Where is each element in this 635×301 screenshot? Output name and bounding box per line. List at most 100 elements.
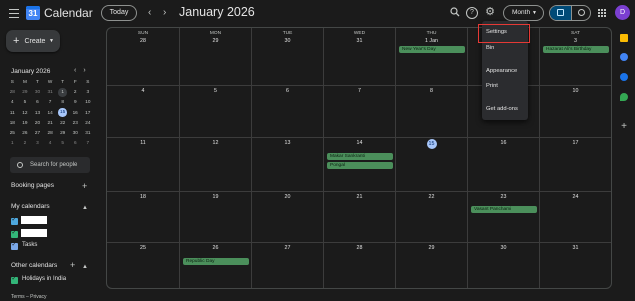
avatar[interactable]: D	[615, 5, 630, 20]
mini-day[interactable]: 28	[44, 128, 57, 138]
mini-day-today[interactable]: 15	[58, 108, 67, 117]
maps-icon[interactable]	[620, 93, 628, 101]
mini-day[interactable]: 25	[6, 128, 19, 138]
plus-icon[interactable]: +	[82, 182, 87, 191]
help-icon[interactable]: ?	[466, 7, 478, 19]
my-calendars-heading[interactable]: My calendars	[11, 203, 50, 210]
menu-item-print[interactable]: Print	[482, 80, 528, 92]
day-cell[interactable]: 19	[179, 192, 251, 242]
contacts-icon[interactable]	[620, 73, 628, 81]
day-number[interactable]: 10	[540, 88, 611, 94]
day-cell[interactable]: 29	[395, 243, 467, 288]
mini-day[interactable]: 29	[19, 87, 32, 97]
mini-day[interactable]: 13	[31, 108, 44, 118]
day-cell[interactable]: TUE 30	[251, 28, 323, 85]
event-chip[interactable]: Pongal	[327, 162, 393, 169]
add-icon[interactable]: +	[620, 122, 628, 132]
mini-day[interactable]: 26	[19, 128, 32, 138]
day-number[interactable]: 7	[324, 88, 395, 94]
day-number[interactable]: 3	[540, 38, 611, 44]
mini-day[interactable]: 31	[44, 87, 57, 97]
day-cell[interactable]: 17	[539, 138, 611, 191]
day-number[interactable]: 13	[252, 140, 323, 146]
today-button[interactable]: Today	[101, 5, 137, 21]
create-button[interactable]: + Create ▼	[6, 30, 60, 52]
mini-day[interactable]: 19	[19, 118, 32, 128]
day-number[interactable]: 29	[396, 245, 467, 251]
calendar-checkbox[interactable]	[11, 241, 18, 250]
search-icon[interactable]	[449, 7, 461, 19]
day-number[interactable]: 4	[107, 88, 179, 94]
day-number[interactable]: 8	[396, 88, 467, 94]
calendar-view-toggle[interactable]	[550, 6, 571, 20]
mini-day[interactable]: 30	[69, 128, 82, 138]
mini-day[interactable]: 22	[56, 118, 69, 128]
day-cell[interactable]: 4	[107, 86, 179, 137]
day-cell[interactable]: SUN 28	[107, 28, 179, 85]
day-cell[interactable]: 15	[395, 138, 467, 191]
day-number[interactable]: 28	[107, 38, 179, 44]
calendar-checkbox[interactable]	[11, 229, 18, 238]
day-number[interactable]: 28	[324, 245, 395, 251]
app-title[interactable]: Calendar	[44, 6, 93, 20]
event-chip[interactable]: New Year's Day	[399, 46, 465, 53]
mini-day[interactable]: 5	[56, 138, 69, 148]
mini-day[interactable]: 3	[31, 138, 44, 148]
mini-day[interactable]: 3	[81, 87, 94, 97]
day-number[interactable]: 25	[107, 245, 179, 251]
day-number[interactable]: 22	[396, 194, 467, 200]
mini-day[interactable]: 4	[44, 138, 57, 148]
mini-day-selected[interactable]: 1	[58, 88, 67, 97]
day-number[interactable]: 24	[540, 194, 611, 200]
terms-privacy-link[interactable]: Terms – Privacy	[11, 294, 47, 300]
mini-day[interactable]: 23	[69, 118, 82, 128]
mini-day[interactable]: 2	[19, 138, 32, 148]
day-number[interactable]: 11	[107, 140, 179, 146]
day-number[interactable]: 21	[324, 194, 395, 200]
day-cell[interactable]: 27	[251, 243, 323, 288]
mini-day[interactable]: 16	[69, 108, 82, 118]
day-cell[interactable]: 18	[107, 192, 179, 242]
mini-day[interactable]: 29	[56, 128, 69, 138]
day-number[interactable]: 6	[252, 88, 323, 94]
day-cell[interactable]: 30	[467, 243, 539, 288]
event-chip[interactable]: Makar Sankranti	[327, 153, 393, 160]
day-cell[interactable]: 25	[107, 243, 179, 288]
day-cell[interactable]: 22	[395, 192, 467, 242]
mini-day[interactable]: 18	[6, 118, 19, 128]
day-cell[interactable]: 6	[251, 86, 323, 137]
day-number[interactable]: 18	[107, 194, 179, 200]
day-cell[interactable]: 11	[107, 138, 179, 191]
calendar-checkbox[interactable]	[11, 216, 18, 225]
mini-day[interactable]: 31	[82, 128, 95, 138]
today-day-number[interactable]: 15	[426, 139, 437, 149]
menu-item-get-add-ons[interactable]: Get add-ons	[482, 103, 528, 115]
chevron-left-icon[interactable]: ‹	[74, 67, 83, 74]
day-number[interactable]: 14	[324, 140, 395, 146]
calendar-checkbox[interactable]	[11, 275, 18, 284]
day-cell[interactable]: 14 Makar Sankranti Pongal	[323, 138, 395, 191]
view-selector[interactable]: Month ▼	[503, 5, 544, 21]
mini-day[interactable]: 4	[6, 97, 19, 107]
chevron-up-icon[interactable]: ▲	[82, 204, 88, 212]
day-cell[interactable]: 21	[323, 192, 395, 242]
day-number[interactable]: 16	[468, 140, 539, 146]
mini-day[interactable]: 8	[56, 97, 69, 107]
mini-day[interactable]: 14	[44, 108, 57, 118]
grid-apps-icon[interactable]	[598, 9, 606, 17]
day-cell[interactable]: SAT 3 Hazarat Ali's Birthday	[539, 28, 611, 85]
day-cell[interactable]: 28	[323, 243, 395, 288]
day-number[interactable]: 23	[468, 194, 539, 200]
day-cell[interactable]: 12	[179, 138, 251, 191]
day-cell[interactable]: 13	[251, 138, 323, 191]
day-cell[interactable]: WED 31	[323, 28, 395, 85]
day-cell[interactable]: 20	[251, 192, 323, 242]
tasks-icon[interactable]	[620, 53, 628, 61]
day-cell[interactable]: 23 Vasant Panchami	[467, 192, 539, 242]
tasks-view-toggle[interactable]	[571, 6, 590, 20]
chevron-right-icon[interactable]: ›	[163, 6, 166, 20]
mini-day[interactable]: 9	[69, 97, 82, 107]
mini-calendar-nav[interactable]: ‹›	[74, 67, 93, 74]
menu-item-bin[interactable]: Bin	[482, 42, 528, 54]
event-chip[interactable]: Vasant Panchami	[471, 206, 537, 213]
